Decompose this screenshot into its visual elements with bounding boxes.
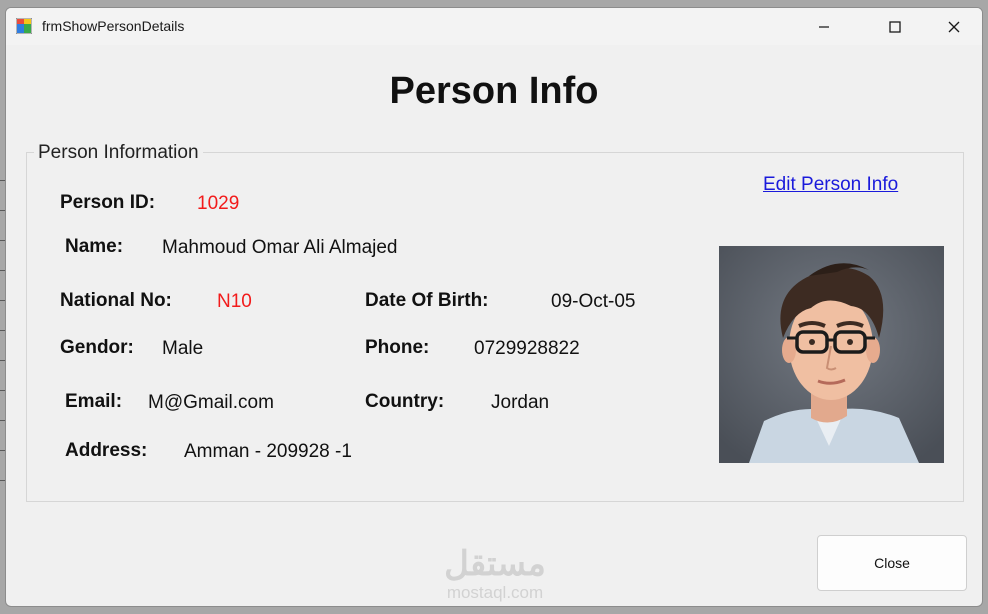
window-title: frmShowPersonDetails [42, 18, 185, 34]
date-of-birth-label: Date Of Birth: [365, 290, 489, 311]
gendor-label: Gendor: [60, 337, 134, 358]
national-no-value: N10 [217, 291, 252, 312]
title-bar[interactable]: frmShowPersonDetails [6, 8, 982, 45]
close-icon [948, 21, 960, 32]
date-of-birth-value: 09-Oct-05 [551, 291, 636, 312]
person-id-value: 1029 [197, 193, 240, 214]
gendor-value: Male [162, 338, 204, 359]
person-photo [719, 246, 944, 463]
address-value: Amman - 209928 -1 [184, 441, 352, 462]
email-value: M@Gmail.com [148, 392, 274, 413]
app-form-icon [16, 18, 32, 34]
person-details-window: frmShowPersonDetails Person Info Person … [5, 7, 983, 607]
close-window-button[interactable] [931, 8, 977, 45]
name-label: Name: [65, 236, 124, 257]
national-no-label: National No: [60, 290, 172, 311]
minimize-button[interactable] [801, 8, 847, 45]
name-value: Mahmoud Omar Ali Almajed [162, 237, 398, 258]
minimize-icon [819, 25, 829, 28]
maximize-button[interactable] [872, 8, 918, 45]
phone-label: Phone: [365, 337, 430, 358]
group-title: Person Information [34, 142, 203, 164]
page-title: Person Info [389, 70, 599, 112]
phone-value: 0729928822 [474, 338, 580, 359]
country-value: Jordan [491, 392, 550, 413]
email-label: Email: [65, 391, 123, 412]
edit-person-info-link[interactable]: Edit Person Info [763, 174, 898, 196]
close-button[interactable]: Close [817, 535, 967, 591]
person-id-label: Person ID: [60, 192, 156, 213]
avatar-illustration [719, 246, 944, 463]
watermark-logo: مستقل mostaql.com [434, 545, 556, 603]
watermark-latin: mostaql.com [446, 583, 544, 602]
watermark-arabic: مستقل [444, 545, 546, 583]
country-label: Country: [365, 391, 445, 412]
maximize-icon [889, 20, 901, 33]
address-label: Address: [65, 440, 148, 461]
